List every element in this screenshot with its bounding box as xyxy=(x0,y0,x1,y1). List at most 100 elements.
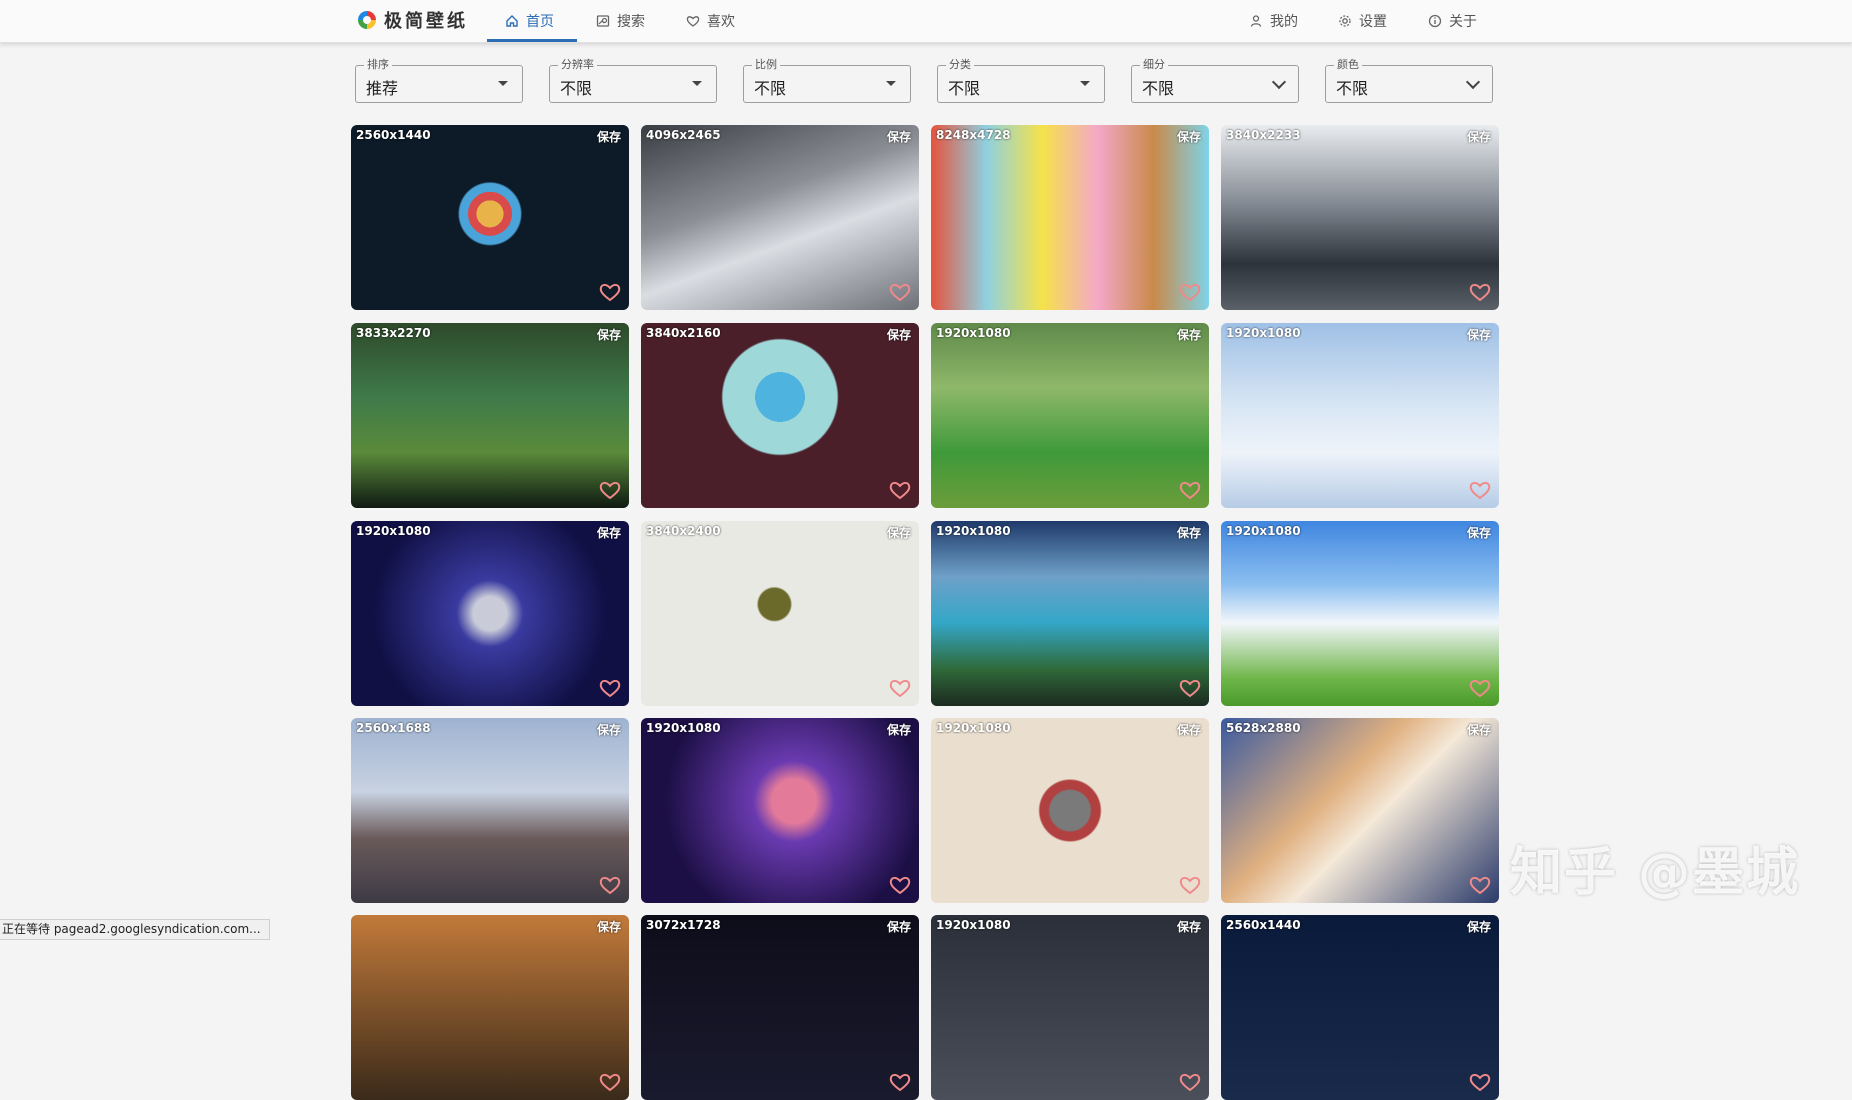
heart-icon[interactable] xyxy=(1179,875,1201,895)
wallpaper-card[interactable]: 5628x2880 保存 xyxy=(1221,718,1499,903)
save-button[interactable]: 保存 xyxy=(597,721,621,738)
save-button[interactable]: 保存 xyxy=(597,326,621,343)
heart-icon[interactable] xyxy=(599,678,621,698)
save-button[interactable]: 保存 xyxy=(1467,524,1491,541)
resolution-label: 3840x2400 xyxy=(646,524,721,538)
heart-icon[interactable] xyxy=(599,282,621,302)
heart-icon[interactable] xyxy=(1179,678,1201,698)
save-button[interactable]: 保存 xyxy=(1467,128,1491,145)
nav-favorites[interactable]: 喜欢 xyxy=(686,0,735,42)
wallpaper-card[interactable]: 1920x1080 保存 xyxy=(931,718,1209,903)
app-logo[interactable]: 极简壁纸 xyxy=(358,7,468,33)
filter-subcategory[interactable]: 细分 不限 xyxy=(1131,58,1299,103)
wallpaper-card[interactable]: 1920x1080 保存 xyxy=(1221,521,1499,706)
resolution-label: 2560x1440 xyxy=(356,128,431,142)
nav-about[interactable]: 关于 xyxy=(1428,0,1477,42)
filter-ratio[interactable]: 比例 不限 xyxy=(743,58,911,103)
heart-icon[interactable] xyxy=(1179,480,1201,500)
filter-ratio-label: 比例 xyxy=(752,58,780,72)
search-image-icon xyxy=(596,14,610,28)
save-button[interactable]: 保存 xyxy=(1177,721,1201,738)
save-button[interactable]: 保存 xyxy=(1467,918,1491,935)
heart-icon[interactable] xyxy=(889,480,911,500)
save-button[interactable]: 保存 xyxy=(887,721,911,738)
wallpaper-card[interactable]: 2560x1440 保存 xyxy=(1221,915,1499,1100)
wallpaper-card[interactable]: 1920x1080 保存 xyxy=(931,521,1209,706)
active-tab-indicator xyxy=(487,39,577,42)
resolution-label: 1920x1080 xyxy=(936,524,1011,538)
save-button[interactable]: 保存 xyxy=(887,918,911,935)
filter-sort[interactable]: 排序 推荐 xyxy=(355,58,523,103)
heart-icon[interactable] xyxy=(599,875,621,895)
wallpaper-card[interactable]: 保存 xyxy=(351,915,629,1100)
filter-sort-label: 排序 xyxy=(364,58,392,72)
heart-icon[interactable] xyxy=(599,480,621,500)
save-button[interactable]: 保存 xyxy=(887,128,911,145)
wallpaper-card[interactable]: 3840x2233 保存 xyxy=(1221,125,1499,310)
heart-icon[interactable] xyxy=(1469,480,1491,500)
wallpaper-card[interactable]: 3833x2270 保存 xyxy=(351,323,629,508)
save-button[interactable]: 保存 xyxy=(887,524,911,541)
filter-subcategory-label: 细分 xyxy=(1140,58,1168,72)
wallpaper-card[interactable]: 3840x2400 保存 xyxy=(641,521,919,706)
heart-icon[interactable] xyxy=(889,282,911,302)
gear-icon xyxy=(1338,14,1352,28)
user-icon xyxy=(1249,14,1263,28)
nav-home[interactable]: 首页 xyxy=(505,0,554,42)
app-title: 极简壁纸 xyxy=(384,11,468,32)
save-button[interactable]: 保存 xyxy=(597,918,621,935)
wallpaper-card[interactable]: 3840x2160 保存 xyxy=(641,323,919,508)
nav-mine[interactable]: 我的 xyxy=(1249,0,1298,42)
home-icon xyxy=(505,14,519,28)
heart-icon[interactable] xyxy=(1469,282,1491,302)
wallpaper-card[interactable]: 2560x1688 保存 xyxy=(351,718,629,903)
save-button[interactable]: 保存 xyxy=(1467,326,1491,343)
save-button[interactable]: 保存 xyxy=(597,524,621,541)
wallpaper-card[interactable]: 1920x1080 保存 xyxy=(931,323,1209,508)
resolution-label: 1920x1080 xyxy=(936,918,1011,932)
wallpaper-card[interactable]: 1920x1080 保存 xyxy=(1221,323,1499,508)
heart-icon[interactable] xyxy=(1179,1072,1201,1092)
wallpaper-card[interactable]: 4096x2465 保存 xyxy=(641,125,919,310)
resolution-label: 3840x2233 xyxy=(1226,128,1301,142)
wallpaper-card[interactable]: 1920x1080 保存 xyxy=(351,521,629,706)
filter-category-label: 分类 xyxy=(946,58,974,72)
wallpaper-card[interactable]: 1920x1080 保存 xyxy=(641,718,919,903)
wallpaper-card[interactable]: 1920x1080 保存 xyxy=(931,915,1209,1100)
resolution-label: 5628x2880 xyxy=(1226,721,1301,735)
save-button[interactable]: 保存 xyxy=(1177,524,1201,541)
heart-icon[interactable] xyxy=(889,875,911,895)
heart-icon[interactable] xyxy=(599,1072,621,1092)
watermark: 知乎 @墨城 xyxy=(1510,843,1801,903)
dropdown-arrow-icon xyxy=(498,81,508,86)
save-button[interactable]: 保存 xyxy=(887,326,911,343)
nav-search[interactable]: 搜索 xyxy=(596,0,645,42)
nav-settings[interactable]: 设置 xyxy=(1338,0,1387,42)
heart-icon[interactable] xyxy=(1469,678,1491,698)
resolution-label: 1920x1080 xyxy=(1226,524,1301,538)
filter-resolution[interactable]: 分辨率 不限 xyxy=(549,58,717,103)
wallpaper-card[interactable]: 3072x1728 保存 xyxy=(641,915,919,1100)
nav-search-label: 搜索 xyxy=(617,14,645,30)
heart-icon[interactable] xyxy=(1179,282,1201,302)
resolution-label: 3840x2160 xyxy=(646,326,721,340)
filter-color[interactable]: 颜色 不限 xyxy=(1325,58,1493,103)
resolution-label: 3833x2270 xyxy=(356,326,431,340)
save-button[interactable]: 保存 xyxy=(597,128,621,145)
heart-icon[interactable] xyxy=(889,678,911,698)
filter-sort-value: 推荐 xyxy=(366,79,399,98)
browser-status-bar: 正在等待 pagead2.googlesyndication.com... xyxy=(0,919,270,940)
resolution-label: 8248x4728 xyxy=(936,128,1011,142)
save-button[interactable]: 保存 xyxy=(1177,918,1201,935)
wallpaper-card[interactable]: 2560x1440 保存 xyxy=(351,125,629,310)
filter-category[interactable]: 分类 不限 xyxy=(937,58,1105,103)
heart-icon[interactable] xyxy=(1469,1072,1491,1092)
resolution-label: 2560x1688 xyxy=(356,721,431,735)
save-button[interactable]: 保存 xyxy=(1177,326,1201,343)
heart-icon[interactable] xyxy=(889,1072,911,1092)
heart-icon[interactable] xyxy=(1469,875,1491,895)
logo-icon xyxy=(358,11,376,29)
save-button[interactable]: 保存 xyxy=(1467,721,1491,738)
wallpaper-card[interactable]: 8248x4728 保存 xyxy=(931,125,1209,310)
save-button[interactable]: 保存 xyxy=(1177,128,1201,145)
